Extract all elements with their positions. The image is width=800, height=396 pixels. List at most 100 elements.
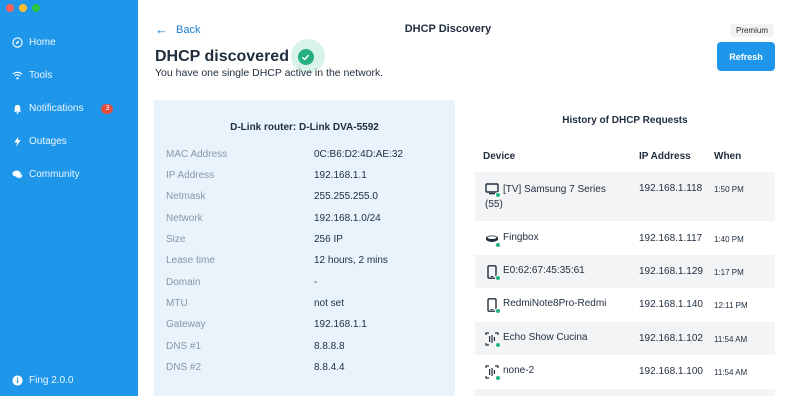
bell-icon <box>12 103 23 114</box>
device-name: Echo Show Cucina <box>503 332 588 343</box>
history-title: History of DHCP Requests <box>562 115 688 126</box>
device-cell: Fingbox <box>485 232 539 248</box>
column-header-ip: IP Address <box>639 151 691 162</box>
detail-value: 192.168.1.0/24 <box>314 213 381 224</box>
sidebar-item-label: Notifications <box>29 103 84 114</box>
detail-row: Network 192.168.1.0/24 <box>166 213 446 224</box>
detail-key: MTU <box>166 298 188 309</box>
when-cell: 1:17 PM <box>714 268 744 277</box>
detail-row: Netmask 255.255.255.0 <box>166 191 446 202</box>
minimize-window-button[interactable] <box>19 4 27 12</box>
detail-key: DNS #1 <box>166 341 202 352</box>
sidebar-item-tools[interactable]: Tools <box>0 59 138 92</box>
detail-value: - <box>314 277 318 288</box>
table-row[interactable]: E0:62:67:45:35:61 192.168.1.129 1:17 PM <box>475 255 775 288</box>
detail-key: Netmask <box>166 191 206 202</box>
sidebar-item-label: Tools <box>29 70 53 81</box>
detail-row: MTU not set <box>166 298 446 309</box>
table-row[interactable]: [TV] Samsung 7 Series (55) 192.168.1.118… <box>475 172 775 221</box>
device-name: [TV] Samsung 7 Series (55) <box>485 182 606 212</box>
device-name-line2: (55) <box>485 199 503 210</box>
device-name: E0:62:67:45:35:61 <box>503 265 585 276</box>
online-status-dot <box>495 308 501 314</box>
table-row[interactable]: Echo Show Cucina 192.168.1.102 11:54 AM <box>475 322 775 355</box>
notification-count-badge: 3 <box>101 103 114 114</box>
main-title-text: DHCP discovered <box>155 48 289 65</box>
detail-value: 0C:B6:D2:4D:AE:32 <box>314 149 403 160</box>
sidebar-item-notifications[interactable]: Notifications 3 <box>0 92 138 125</box>
ip-cell: 192.168.1.102 <box>639 333 703 344</box>
detail-value: 192.168.1.1 <box>314 170 367 181</box>
table-row <box>475 389 775 396</box>
device-name: Fingbox <box>503 232 539 243</box>
detail-key: Network <box>166 213 203 224</box>
detail-value: not set <box>314 298 345 309</box>
detail-value: 12 hours, 2 mins <box>314 255 388 266</box>
device-cell: E0:62:67:45:35:61 <box>485 265 585 281</box>
column-header-when: When <box>714 151 742 162</box>
online-status-dot <box>495 242 501 248</box>
detail-row: Domain - <box>166 277 446 288</box>
detail-row: MAC Address 0C:B6:D2:4D:AE:32 <box>166 149 446 160</box>
detail-key: MAC Address <box>166 149 228 160</box>
refresh-button[interactable]: Refresh <box>717 42 775 71</box>
table-row[interactable]: RedmiNote8Pro-Redmi 192.168.1.140 12:11 … <box>475 288 775 322</box>
sidebar-item-community[interactable]: Community <box>0 158 138 191</box>
router-card-title: D-Link router: D-Link DVA-5592 <box>230 122 379 133</box>
maximize-window-button[interactable] <box>32 4 40 12</box>
sidebar-item-outages[interactable]: Outages <box>0 125 138 158</box>
ip-cell: 192.168.1.129 <box>639 266 703 277</box>
detail-row: Gateway 192.168.1.1 <box>166 319 446 330</box>
ip-cell: 192.168.1.140 <box>639 299 703 310</box>
device-cell: Echo Show Cucina <box>485 332 588 348</box>
page-title: DHCP Discovery <box>404 23 492 35</box>
device-cell: [TV] Samsung 7 Series (55) <box>485 182 606 212</box>
detail-key: Gateway <box>166 319 206 330</box>
device-cell: RedmiNote8Pro-Redmi <box>485 298 607 314</box>
detail-key: IP Address <box>166 170 215 181</box>
voice-assistant-icon <box>485 365 501 381</box>
detail-value: 8.8.4.4 <box>314 362 345 373</box>
device-cell: none-2 <box>485 365 535 381</box>
device-name: RedmiNote8Pro-Redmi <box>503 298 607 309</box>
version-label: Fing 2.0.0 <box>29 375 74 386</box>
sidebar-item-label: Home <box>29 37 56 48</box>
router-details-card: D-Link router: D-Link DVA-5592 MAC Addre… <box>154 100 455 396</box>
when-cell: 1:40 PM <box>714 235 744 244</box>
fingbox-icon <box>485 232 501 248</box>
table-row[interactable]: Fingbox 192.168.1.117 1:40 PM <box>475 221 775 255</box>
info-icon <box>12 375 23 386</box>
compass-icon <box>12 37 23 48</box>
online-status-dot <box>495 275 501 281</box>
main-subtitle: You have one single DHCP active in the n… <box>155 67 384 79</box>
device-name-line1: [TV] Samsung 7 Series <box>503 184 606 195</box>
table-row[interactable]: none-2 192.168.1.100 11:54 AM <box>475 355 775 389</box>
detail-key: Domain <box>166 277 201 288</box>
when-cell: 12:11 PM <box>714 301 748 310</box>
online-status-dot <box>495 192 501 198</box>
premium-badge[interactable]: Premium <box>729 24 774 37</box>
detail-row: DNS #1 8.8.8.8 <box>166 341 446 352</box>
check-circle-icon <box>297 49 314 65</box>
close-window-button[interactable] <box>6 4 14 12</box>
phone-icon <box>485 298 501 314</box>
detail-row: Lease time 12 hours, 2 mins <box>166 255 446 266</box>
ip-cell: 192.168.1.118 <box>639 183 703 194</box>
window-controls <box>6 4 40 12</box>
detail-key: DNS #2 <box>166 362 202 373</box>
ip-cell: 192.168.1.100 <box>639 366 703 377</box>
when-cell: 1:50 PM <box>714 185 744 194</box>
tv-icon <box>485 182 501 198</box>
phone-icon <box>485 265 501 281</box>
detail-row: Size 256 IP <box>166 234 446 245</box>
when-cell: 11:54 AM <box>714 368 748 377</box>
detail-key: Lease time <box>166 255 215 266</box>
column-header-device: Device <box>483 151 516 162</box>
detail-value: 256 IP <box>314 234 343 245</box>
detail-value: 8.8.8.8 <box>314 341 345 352</box>
device-name: none-2 <box>503 365 535 376</box>
online-status-dot <box>495 375 501 381</box>
sidebar-nav: Home Tools Notifications 3 Outages Commu… <box>0 26 138 191</box>
when-cell: 11:54 AM <box>714 335 748 344</box>
app-version: Fing 2.0.0 <box>12 375 73 386</box>
